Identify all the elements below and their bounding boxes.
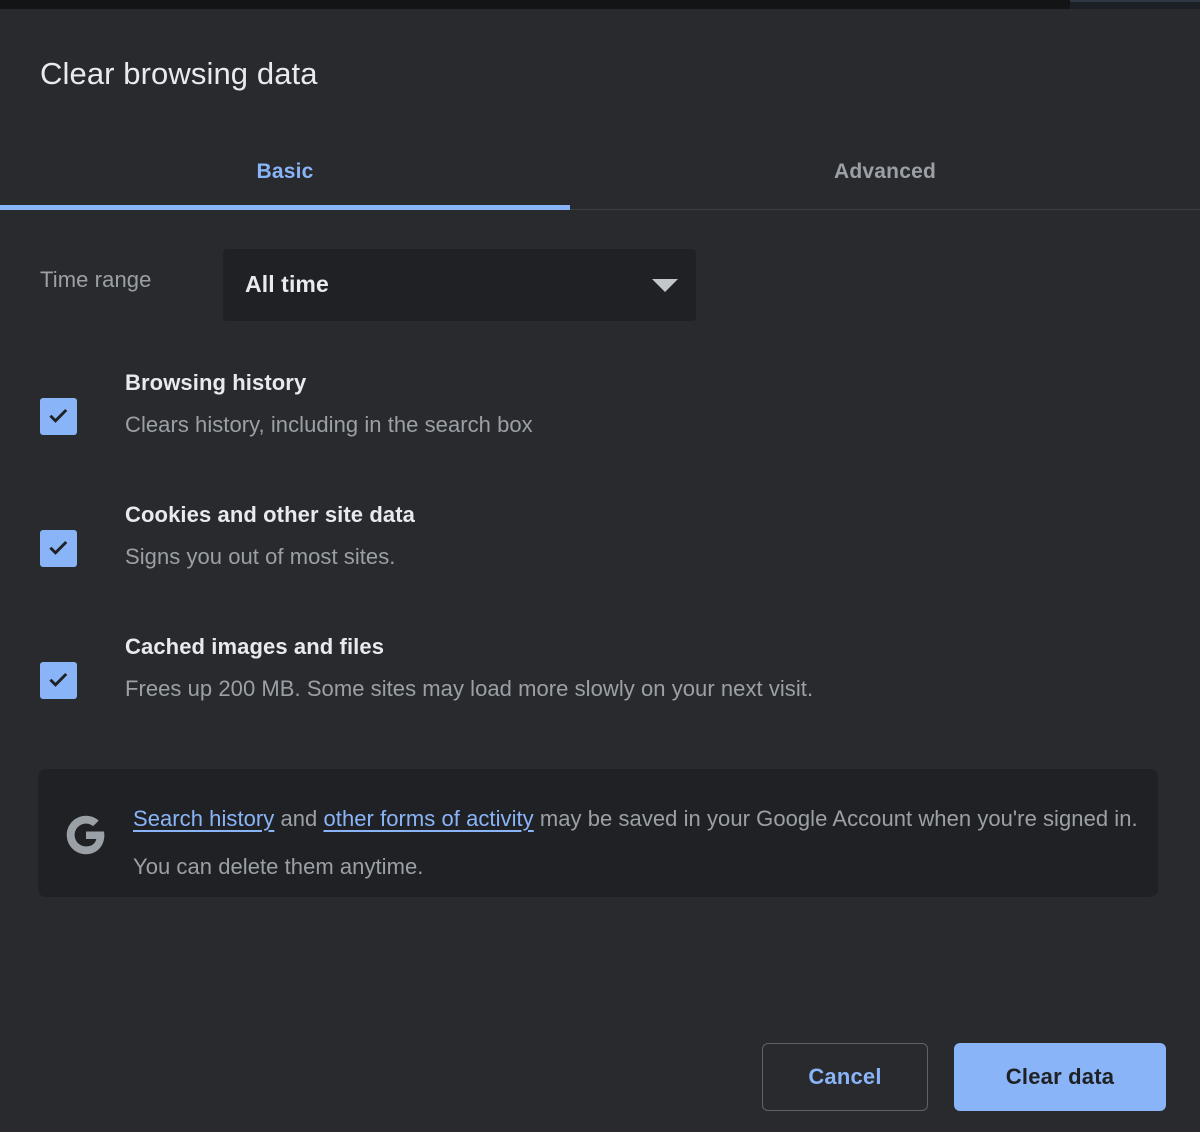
checkbox-browsing-history[interactable] <box>40 398 77 435</box>
dialog-footer: Cancel Clear data <box>0 1034 1200 1132</box>
tab-advanced[interactable]: Advanced <box>570 133 1200 210</box>
notice-middle-text: and <box>274 806 324 831</box>
window-top-edge-right <box>1070 0 1200 9</box>
option-title: Cached images and files <box>125 634 385 659</box>
option-browsing-history[interactable]: Browsing history Clears history, includi… <box>40 369 1160 457</box>
option-description: Frees up 200 MB. Some sites may load mor… <box>125 676 814 701</box>
search-history-link[interactable]: Search history <box>133 806 274 831</box>
window-top-edge <box>0 0 1200 9</box>
time-range-selected-value: All time <box>245 271 329 297</box>
option-title: Cookies and other site data <box>125 502 415 527</box>
time-range-label: Time range <box>40 267 152 292</box>
clear-data-button[interactable]: Clear data <box>954 1043 1166 1111</box>
tab-bar: Basic Advanced <box>0 133 1200 210</box>
option-cookies-site-data[interactable]: Cookies and other site data Signs you ou… <box>40 501 1160 589</box>
option-description: Signs you out of most sites. <box>125 544 396 569</box>
other-forms-of-activity-link[interactable]: other forms of activity <box>324 806 534 831</box>
option-title: Browsing history <box>125 370 307 395</box>
tab-active-indicator <box>0 205 570 210</box>
check-icon <box>49 672 68 687</box>
google-g-icon <box>65 814 107 856</box>
time-range-select[interactable]: All time <box>223 249 696 321</box>
google-account-notice: Search history and other forms of activi… <box>38 769 1158 897</box>
clear-browsing-data-dialog: Clear browsing data Basic Advanced Time … <box>0 9 1200 1132</box>
tab-basic[interactable]: Basic <box>0 133 570 210</box>
check-icon <box>49 408 68 423</box>
checkbox-cached-images-files[interactable] <box>40 662 77 699</box>
chevron-down-icon <box>652 279 678 292</box>
checkbox-cookies-site-data[interactable] <box>40 530 77 567</box>
options-list: Browsing history Clears history, includi… <box>40 369 1160 721</box>
check-icon <box>49 540 68 555</box>
page-title: Clear browsing data <box>40 56 318 91</box>
option-cached-images-files[interactable]: Cached images and files Frees up 200 MB.… <box>40 633 1160 721</box>
time-range-row: Time range All time <box>40 249 1160 321</box>
cancel-button[interactable]: Cancel <box>762 1043 928 1111</box>
option-description: Clears history, including in the search … <box>125 412 533 437</box>
notice-text: Search history and other forms of activi… <box>133 795 1143 891</box>
